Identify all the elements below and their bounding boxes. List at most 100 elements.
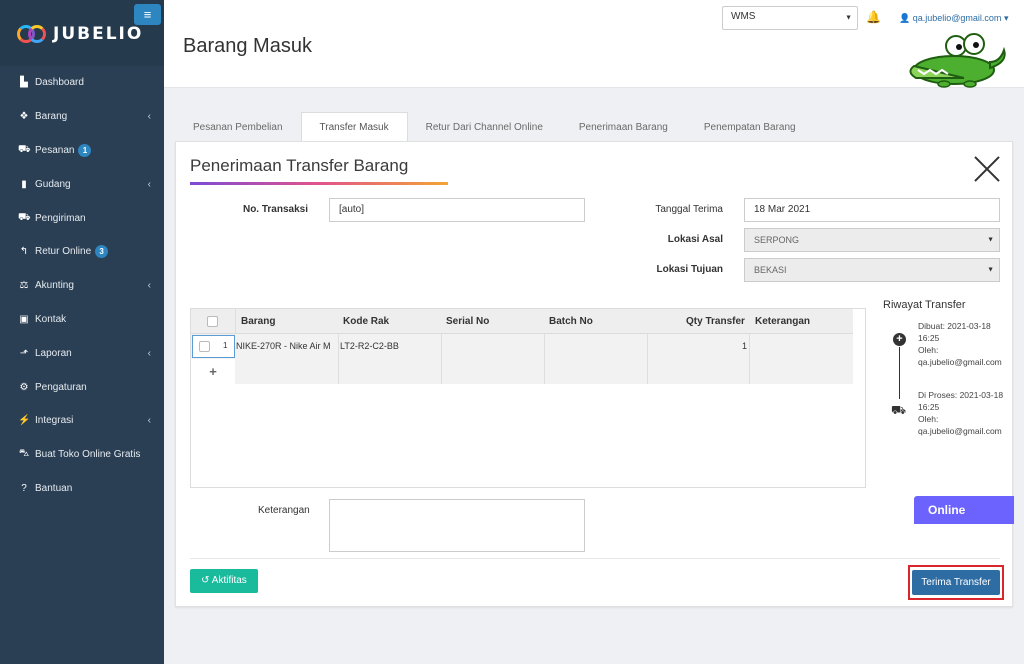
row-checkbox[interactable] <box>199 341 210 352</box>
caret-down-icon: ▼ <box>987 266 994 274</box>
sidebar-item-label: Laporan <box>35 347 72 359</box>
tab-penerimaan-barang[interactable]: Penerimaan Barang <box>561 112 686 142</box>
divider <box>190 558 1000 559</box>
chevron-left-icon: ‹ <box>147 347 151 359</box>
history-entry-text: Dibuat: 2021-03-18 16:25 <box>918 321 991 343</box>
add-row-icon[interactable]: + <box>191 359 235 384</box>
sidebar-item-pesanan[interactable]: ⛟ Pesanan 1 <box>0 134 164 168</box>
select-all-checkbox[interactable] <box>207 316 218 327</box>
terima-highlight: Terima Transfer <box>908 565 1004 600</box>
table-row[interactable]: 1 NIKE-270R - Nike Air M LT2-R2-C2-BB 1 <box>191 334 853 359</box>
crocodile-mascot-icon <box>909 33 1006 88</box>
items-grid: Barang Kode Rak Serial No Batch No Qty T… <box>190 308 866 488</box>
terima-transfer-button[interactable]: Terima Transfer <box>912 570 1000 595</box>
lokasi-tujuan-label: Lokasi Tujuan <box>656 264 724 275</box>
plus-circle-icon: + <box>893 333 906 346</box>
sidebar-item-integrasi[interactable]: ⚡ Integrasi ‹ <box>0 404 164 438</box>
sidebar-item-label: Buat Toko Online Gratis <box>35 449 141 461</box>
balance-scale-icon: ⚖ <box>19 280 29 292</box>
online-chat-button[interactable]: Online <box>914 496 1014 524</box>
tab-transfer-masuk[interactable]: Transfer Masuk <box>300 112 408 142</box>
sidebar-item-bantuan[interactable]: ? Bantuan <box>0 472 164 506</box>
sidebar-item-label: Kontak <box>35 313 67 325</box>
cell-serial-no[interactable] <box>443 334 543 359</box>
history-entry-created: Dibuat: 2021-03-18 16:25 Oleh: qa.jubeli… <box>918 320 1008 368</box>
tab-retur-dari-channel-online[interactable]: Retur Dari Channel Online <box>408 112 561 142</box>
sidebar-item-buat-toko-online-gratis[interactable]: ⛍ Buat Toko Online Gratis <box>0 438 164 472</box>
col-kode-rak[interactable]: Kode Rak <box>343 309 389 334</box>
count-badge: 1 <box>78 143 92 157</box>
tab-penempatan-barang[interactable]: Penempatan Barang <box>686 112 814 142</box>
sidebar-item-laporan[interactable]: ⬏ Laporan ‹ <box>0 336 164 370</box>
sidebar: JUBELIO ≡ ▙ Dashboard ❖ Barang ‹ ⛟ Pesanan 1 ▮ Gu… <box>0 0 164 664</box>
question-circle-icon: ? <box>21 482 27 494</box>
history-icon: ↺ <box>201 575 210 586</box>
col-serial-no[interactable]: Serial No <box>446 309 489 334</box>
history-entry-text: Di Proses: 2021-03-18 16:25 <box>918 390 1004 412</box>
row-selector[interactable]: 1 <box>192 335 235 358</box>
lokasi-asal-select[interactable]: SERPONG ▼ <box>744 228 1000 252</box>
keterangan-label: Keterangan <box>258 505 310 516</box>
history-entry-by-label: Oleh: <box>918 345 939 355</box>
cell-kode-rak[interactable]: LT2-R2-C2-BB <box>340 334 440 359</box>
history-timeline <box>899 347 900 399</box>
cell-barang[interactable]: NIKE-270R - Nike Air M <box>236 334 336 359</box>
close-icon[interactable] <box>972 154 1002 184</box>
menu-toggle-icon[interactable]: ≡ <box>134 4 161 25</box>
sidebar-item-label: Pengaturan <box>35 381 87 393</box>
user-menu[interactable]: 👤 qa.jubelio@gmail.com ▾ <box>899 13 1008 24</box>
lokasi-asal-label: Lokasi Asal <box>667 234 723 245</box>
sidebar-item-akunting[interactable]: ⚖ Akunting ‹ <box>0 269 164 303</box>
cell-keterangan[interactable] <box>751 334 851 359</box>
lokasi-asal-value: SERPONG <box>754 235 800 245</box>
aktifitas-label: Aktifitas <box>211 575 247 586</box>
id-card-icon: ▣ <box>19 313 29 325</box>
col-qty-transfer[interactable]: Qty Transfer <box>686 309 745 334</box>
bell-icon[interactable]: 🔔 <box>866 10 881 24</box>
aktifitas-button[interactable]: ↺ Aktifitas <box>190 569 258 593</box>
tab-bar: Pesanan Pembelian Transfer Masuk Retur Dar… <box>175 112 814 142</box>
user-icon: 👤 <box>899 13 911 23</box>
no-transaksi-input[interactable]: [auto] <box>329 198 585 222</box>
col-barang[interactable]: Barang <box>241 309 275 334</box>
sidebar-item-pengiriman[interactable]: ⛟ Pengiriman <box>0 201 164 235</box>
topbar: Barang Masuk WMS ▼ 🔔 👤 qa.jubelio@gmail.… <box>164 0 1024 88</box>
sidebar-item-gudang[interactable]: ▮ Gudang ‹ <box>0 167 164 201</box>
sidebar-item-retur-online[interactable]: ↰ Retur Online 3 <box>0 235 164 269</box>
row-number: 1 <box>223 341 228 350</box>
building-icon: ▮ <box>21 178 27 190</box>
chevron-left-icon: ‹ <box>147 111 151 123</box>
form-title: Penerimaan Transfer Barang <box>190 156 409 175</box>
lokasi-tujuan-select[interactable]: BEKASI ▼ <box>744 258 1000 282</box>
lokasi-tujuan-value: BEKASI <box>754 265 787 275</box>
caret-down-icon: ▾ <box>1003 13 1009 23</box>
plug-icon: ⚡ <box>18 415 31 427</box>
sidebar-item-label: Gudang <box>35 178 71 190</box>
history-entry-by-label: Oleh: <box>918 414 939 424</box>
keterangan-textarea[interactable] <box>329 499 585 552</box>
tanggal-terima-input[interactable]: 18 Mar 2021 <box>744 198 1000 222</box>
grid-header: Barang Kode Rak Serial No Batch No Qty T… <box>191 309 853 384</box>
sidebar-item-barang[interactable]: ❖ Barang ‹ <box>0 100 164 134</box>
tab-pesanan-pembelian[interactable]: Pesanan Pembelian <box>175 112 301 142</box>
chevron-left-icon: ‹ <box>147 178 151 190</box>
jubelio-logo[interactable]: JUBELIO <box>17 24 143 44</box>
warehouse-select[interactable]: WMS ▼ <box>722 6 858 30</box>
caret-down-icon: ▼ <box>845 14 852 22</box>
col-keterangan[interactable]: Keterangan <box>755 309 810 334</box>
reply-icon: ↰ <box>19 246 29 258</box>
sidebar-item-label: Barang <box>35 111 68 123</box>
cell-batch-no[interactable] <box>546 334 646 359</box>
sidebar-item-pengaturan[interactable]: ⚙ Pengaturan <box>0 370 164 404</box>
sidebar-item-label: Pesanan <box>35 144 75 156</box>
col-batch-no[interactable]: Batch No <box>549 309 593 334</box>
sidebar-item-kontak[interactable]: ▣ Kontak <box>0 303 164 337</box>
sidebar-item-dashboard[interactable]: ▙ Dashboard <box>0 66 164 100</box>
cogs-icon: ⚙ <box>19 381 29 393</box>
history-entry-processed: Di Proses: 2021-03-18 16:25 Oleh: qa.jub… <box>918 389 1008 437</box>
cell-qty[interactable]: 1 <box>649 334 747 359</box>
sidebar-item-label: Retur Online <box>35 246 92 258</box>
page-title: Barang Masuk <box>183 35 312 57</box>
count-badge: 3 <box>95 245 109 259</box>
chart-icon: ▙ <box>20 77 28 89</box>
